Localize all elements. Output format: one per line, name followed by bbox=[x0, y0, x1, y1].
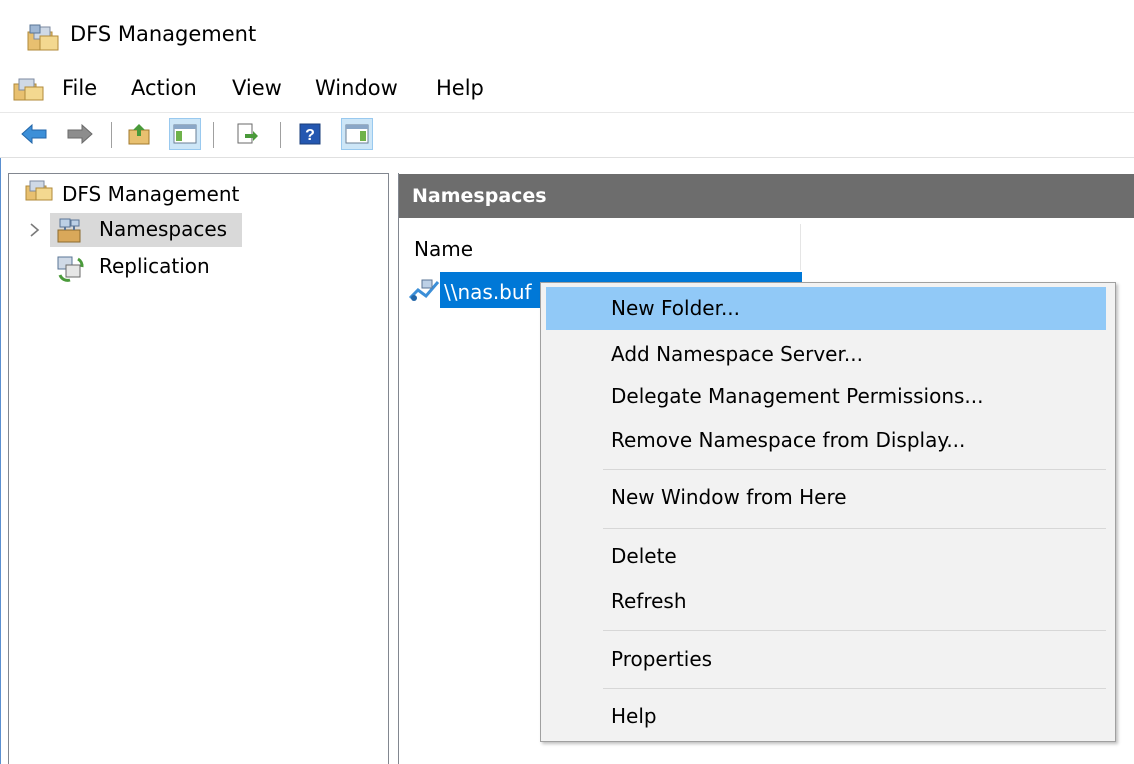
toolbar-separator bbox=[280, 122, 281, 148]
tree-item-namespaces[interactable]: Namespaces bbox=[99, 217, 227, 241]
svg-text:?: ? bbox=[305, 127, 315, 144]
menu-item-help[interactable]: Help bbox=[611, 704, 657, 728]
namespace-row-name[interactable]: \\nas.buf bbox=[444, 280, 532, 304]
column-header-name[interactable]: Name bbox=[414, 237, 473, 261]
menu-item-delegate-permissions[interactable]: Delegate Management Permissions... bbox=[611, 384, 984, 408]
toolbar-separator bbox=[111, 122, 112, 148]
menu-separator bbox=[603, 469, 1106, 470]
export-list-icon[interactable] bbox=[231, 118, 263, 150]
window-title: DFS Management bbox=[70, 22, 257, 46]
menu-separator bbox=[603, 528, 1106, 529]
up-folder-icon[interactable] bbox=[124, 118, 156, 150]
chevron-right-icon[interactable] bbox=[28, 220, 42, 240]
menu-separator bbox=[603, 688, 1106, 689]
namespace-icon bbox=[408, 276, 440, 304]
results-pane-title: Namespaces bbox=[412, 185, 547, 207]
menu-view[interactable]: View bbox=[230, 76, 284, 100]
menu-help[interactable]: Help bbox=[434, 76, 486, 100]
back-icon[interactable] bbox=[18, 118, 50, 150]
toolbar-separator bbox=[213, 122, 214, 148]
menu-file[interactable]: File bbox=[60, 76, 99, 100]
menu-item-delete[interactable]: Delete bbox=[611, 544, 677, 568]
menu-item-new-window[interactable]: New Window from Here bbox=[611, 485, 847, 509]
menu-item-new-folder[interactable]: New Folder... bbox=[611, 296, 740, 320]
menu-item-refresh[interactable]: Refresh bbox=[611, 589, 687, 613]
namespaces-icon bbox=[54, 216, 88, 244]
show-hide-action-pane-icon[interactable] bbox=[341, 118, 373, 150]
tree-item-dfs-management[interactable]: DFS Management bbox=[62, 182, 239, 206]
show-hide-console-tree-icon[interactable] bbox=[169, 118, 201, 150]
menu-item-remove-namespace[interactable]: Remove Namespace from Display... bbox=[611, 428, 965, 452]
menu-item-properties[interactable]: Properties bbox=[611, 647, 712, 671]
replication-icon bbox=[54, 253, 86, 283]
column-divider[interactable] bbox=[800, 224, 801, 270]
system-menu-icon[interactable] bbox=[12, 76, 46, 104]
menu-separator bbox=[603, 630, 1106, 631]
tree-item-replication[interactable]: Replication bbox=[99, 254, 210, 278]
help-icon[interactable]: ? bbox=[294, 118, 326, 150]
menu-window[interactable]: Window bbox=[313, 76, 400, 100]
dfs-management-icon bbox=[26, 24, 60, 54]
menu-action[interactable]: Action bbox=[129, 76, 199, 100]
menu-item-add-namespace-server[interactable]: Add Namespace Server... bbox=[611, 342, 863, 366]
dfs-root-icon bbox=[24, 178, 54, 206]
forward-icon[interactable] bbox=[64, 118, 96, 150]
